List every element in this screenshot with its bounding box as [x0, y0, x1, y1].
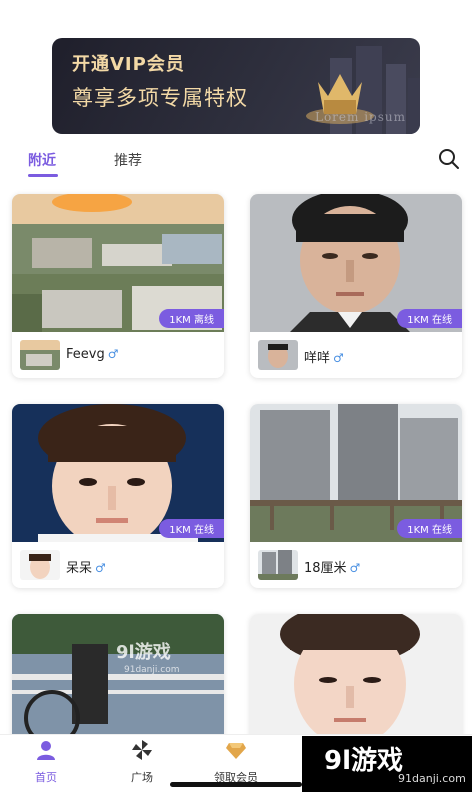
user-name: 咩咩 ♂: [304, 351, 344, 366]
nav-label-home: 首页: [35, 771, 57, 784]
vip-watermark: Lorem ipsum: [314, 110, 406, 124]
diamond-icon: [226, 743, 246, 759]
user-photo: 9l游戏 91danji.com: [12, 614, 224, 752]
user-photo: 1KM 离线: [12, 194, 224, 332]
user-photo: [250, 614, 462, 752]
nav-item-get-vip[interactable]: 领取会员: [196, 739, 276, 785]
avatar: [20, 340, 60, 370]
nav-item-home[interactable]: 首页: [6, 739, 86, 785]
user-icon: [37, 741, 55, 760]
user-name: 18厘米 ♂: [304, 561, 361, 576]
male-icon: ♂: [333, 351, 344, 365]
card-footer: 咩咩 ♂: [250, 332, 462, 378]
distance-badge: 1KM 在线: [159, 519, 224, 538]
user-name: 呆呆 ♂: [66, 561, 106, 576]
card-footer: 18厘米 ♂: [250, 542, 462, 588]
card-footer: 呆呆 ♂: [12, 542, 224, 588]
tab-recommend[interactable]: 推荐: [114, 150, 142, 170]
user-photo: 1KM 在线: [250, 194, 462, 332]
male-icon: ♂: [95, 561, 106, 575]
user-name: Feevg ♂: [66, 347, 119, 362]
user-photo: 1KM 在线: [250, 404, 462, 542]
distance-badge: 1KM 离线: [159, 309, 224, 328]
site-logo-url: 91danji.com: [398, 772, 466, 785]
user-card[interactable]: 1KM 离线 Feevg ♂: [12, 194, 224, 378]
overlay-watermark-url: 91danji.com: [124, 665, 179, 675]
site-logo-text: 9l游戏: [324, 746, 404, 776]
site-logo: 9l游戏 91danji.com: [302, 736, 472, 792]
pinwheel-icon: [132, 740, 152, 760]
male-icon: ♂: [349, 561, 361, 575]
user-photo: 1KM 在线: [12, 404, 224, 542]
avatar: [20, 550, 60, 580]
tab-nearby[interactable]: 附近: [28, 150, 56, 170]
vip-banner[interactable]: 开通VIP会员 尊享多项专属特权 Lorem ipsum: [52, 38, 420, 134]
home-indicator: [170, 782, 302, 787]
search-icon[interactable]: [436, 146, 462, 172]
tab-bar: 附近 推荐: [0, 146, 472, 186]
user-card[interactable]: 1KM 在线 咩咩 ♂: [250, 194, 462, 378]
vip-subtitle: 尊享多项专属特权: [72, 86, 248, 110]
card-footer: Feevg ♂: [12, 332, 224, 378]
tab-active-indicator: [28, 174, 58, 177]
user-card[interactable]: 1KM 在线 18厘米 ♂: [250, 404, 462, 588]
overlay-watermark: 9l游戏: [116, 641, 171, 663]
nav-item-square[interactable]: 广场: [102, 739, 182, 785]
user-card[interactable]: 1KM 在线 呆呆 ♂: [12, 404, 224, 588]
avatar: [258, 550, 298, 580]
vip-title: 开通VIP会员: [72, 54, 185, 75]
distance-badge: 1KM 在线: [397, 309, 462, 328]
avatar: [258, 340, 298, 370]
male-icon: ♂: [107, 347, 119, 361]
distance-badge: 1KM 在线: [397, 519, 462, 538]
